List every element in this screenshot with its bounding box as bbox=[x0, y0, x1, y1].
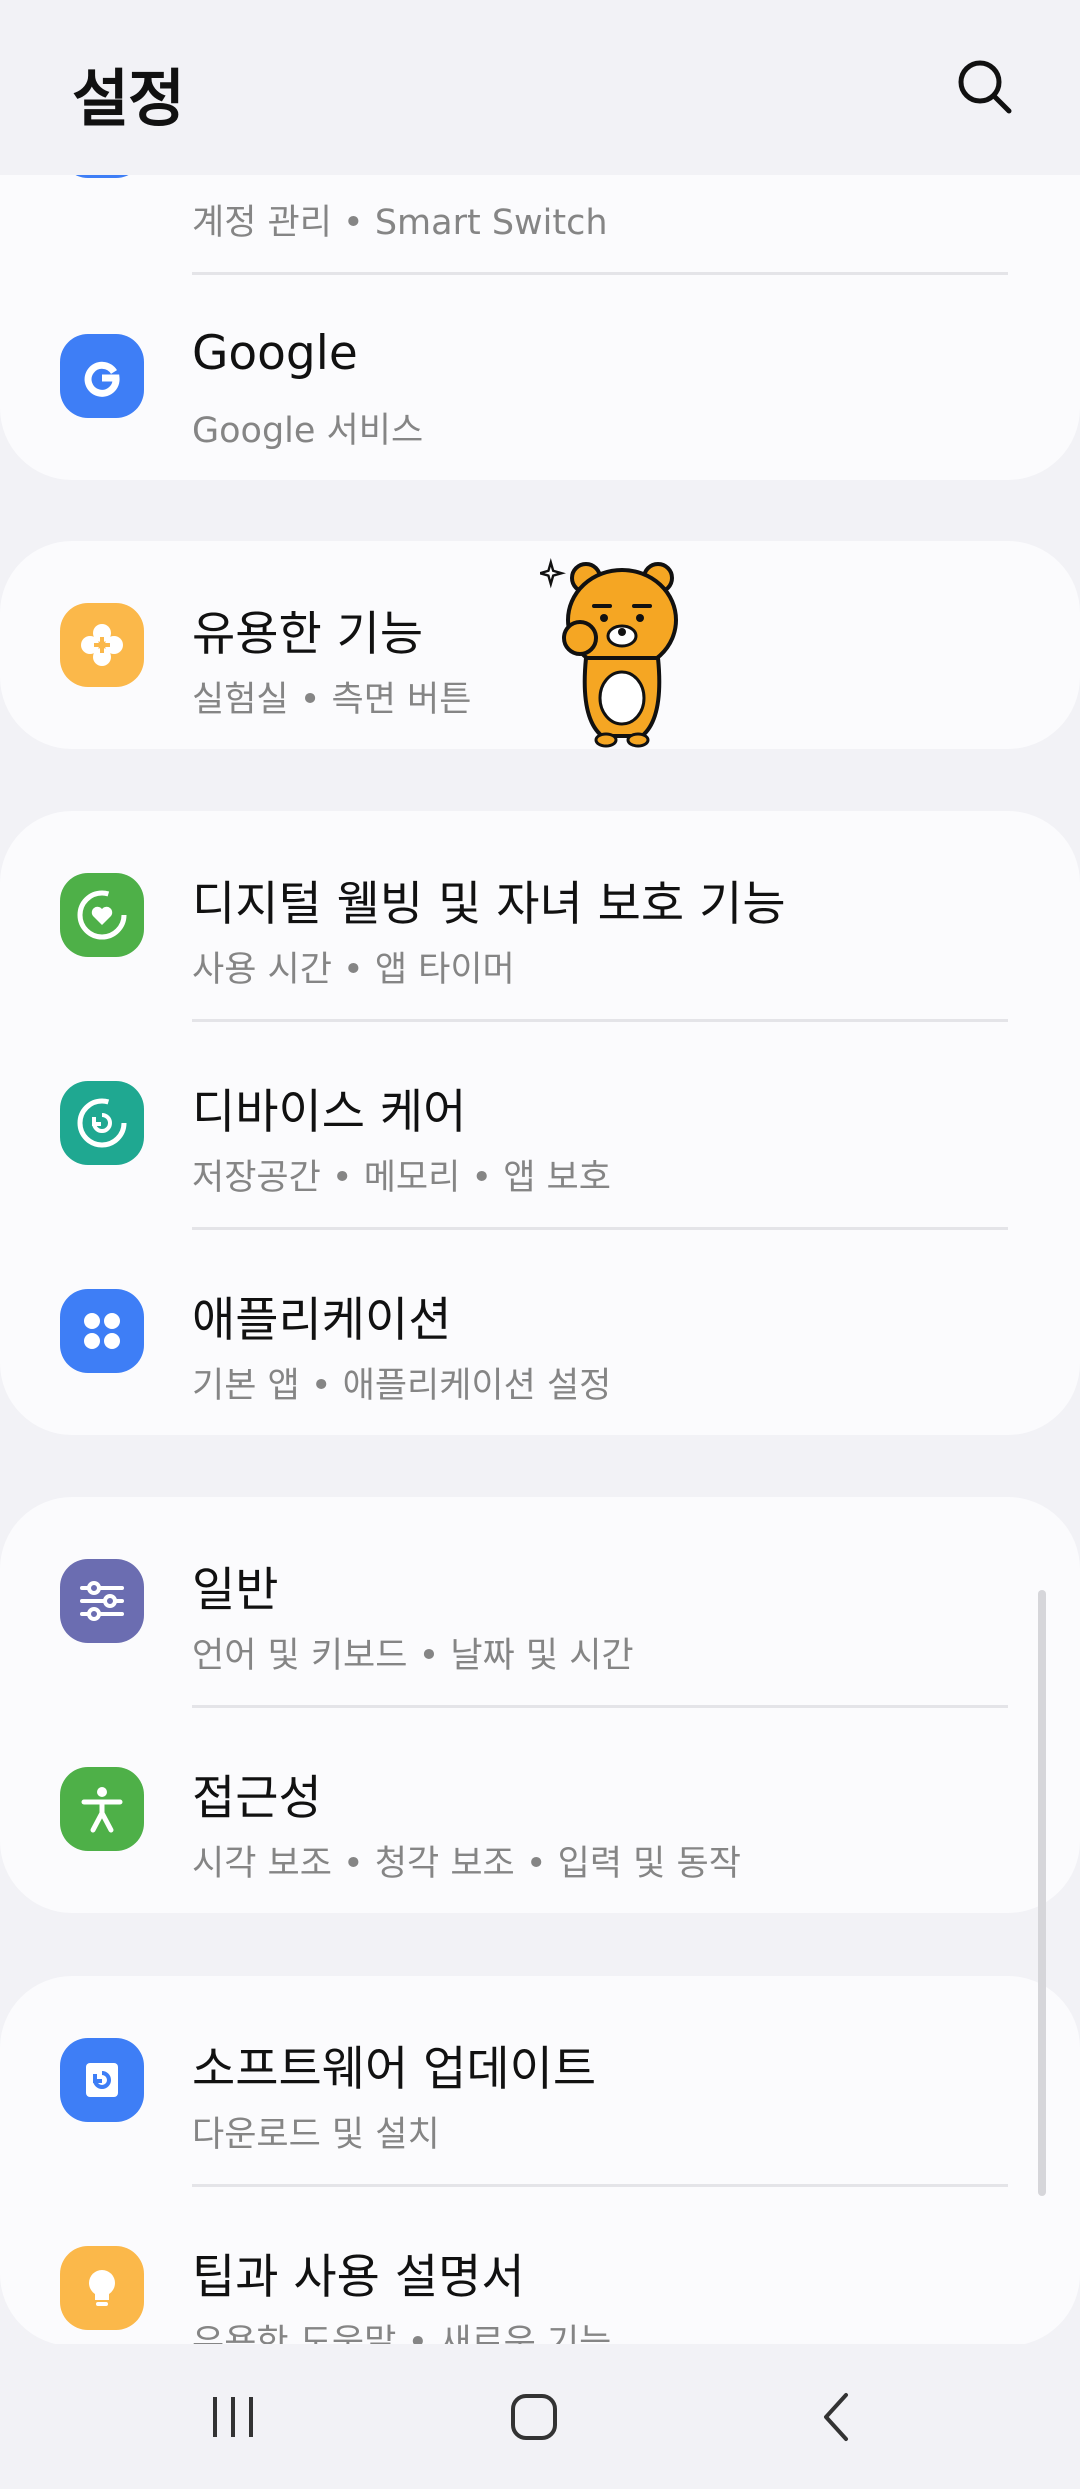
settings-item-wellbeing-title: 디지털 웰빙 및 자녀 보호 기능 bbox=[192, 877, 786, 932]
app-header: 설정 bbox=[0, 0, 1080, 175]
settings-item-tips-title: 팁과 사용 설명서 bbox=[192, 2250, 525, 2305]
settings-item-advanced-subtitle: 실험실 • 측면 버튼 bbox=[192, 680, 472, 720]
settings-item-general[interactable]: 일반 언어 및 키보드 • 날짜 및 시간 bbox=[0, 1497, 1080, 1705]
accessibility-icon bbox=[60, 1767, 144, 1851]
recent-apps-button[interactable] bbox=[133, 2344, 333, 2489]
recent-apps-icon bbox=[213, 2396, 253, 2437]
home-icon bbox=[511, 2393, 557, 2440]
search-icon bbox=[958, 60, 1012, 114]
wellbeing-icon bbox=[60, 873, 144, 957]
ryan-mascot-sticker bbox=[540, 558, 678, 748]
settings-card-maintenance: 디지털 웰빙 및 자녀 보호 기능 사용 시간 • 앱 타이머 디바이스 케어 … bbox=[0, 811, 1080, 1435]
home-button[interactable] bbox=[434, 2344, 634, 2489]
puzzle-icon bbox=[60, 603, 144, 687]
general-sliders-icon bbox=[60, 1559, 144, 1643]
search-button[interactable] bbox=[950, 52, 1020, 122]
settings-item-general-title: 일반 bbox=[192, 1563, 279, 1618]
settings-item-accessibility[interactable]: 접근성 시각 보조 • 청각 보조 • 입력 및 동작 bbox=[0, 1705, 1080, 1913]
settings-item-accessibility-subtitle: 시각 보조 • 청각 보조 • 입력 및 동작 bbox=[192, 1844, 741, 1884]
settings-item-apps[interactable]: 애플리케이션 기본 앱 • 애플리케이션 설정 bbox=[0, 1227, 1080, 1435]
scrollbar[interactable] bbox=[1038, 1590, 1046, 2196]
settings-item-google-subtitle: Google 서비스 bbox=[192, 411, 424, 451]
settings-item-device-care[interactable]: 디바이스 케어 저장공간 • 메모리 • 앱 보호 bbox=[0, 1019, 1080, 1227]
software-update-icon bbox=[60, 2038, 144, 2122]
settings-item-general-subtitle: 언어 및 키보드 • 날짜 및 시간 bbox=[192, 1636, 634, 1676]
settings-item-software-update[interactable]: 소프트웨어 업데이트 다운로드 및 설치 bbox=[0, 1976, 1080, 2184]
lightbulb-icon bbox=[60, 2246, 144, 2330]
settings-item-wellbeing-subtitle: 사용 시간 • 앱 타이머 bbox=[192, 950, 515, 990]
settings-item-device-care-title: 디바이스 케어 bbox=[192, 1085, 467, 1140]
settings-item-digital-wellbeing[interactable]: 디지털 웰빙 및 자녀 보호 기능 사용 시간 • 앱 타이머 bbox=[0, 811, 1080, 1019]
settings-item-google[interactable]: Google Google 서비스 bbox=[0, 272, 1080, 480]
settings-item-software-update-title: 소프트웨어 업데이트 bbox=[192, 2042, 597, 2097]
settings-item-device-care-subtitle: 저장공간 • 메모리 • 앱 보호 bbox=[192, 1158, 611, 1198]
settings-item-tips[interactable]: 팁과 사용 설명서 유용한 도움말 • 새로운 기능 bbox=[0, 2184, 1080, 2346]
settings-item-google-title: Google bbox=[192, 326, 358, 381]
page-title: 설정 bbox=[72, 62, 185, 135]
settings-card-support: 소프트웨어 업데이트 다운로드 및 설치 팁과 사용 설명서 유용한 도움말 •… bbox=[0, 1976, 1080, 2346]
back-button[interactable] bbox=[738, 2344, 938, 2489]
settings-item-apps-subtitle: 기본 앱 • 애플리케이션 설정 bbox=[192, 1366, 612, 1406]
device-care-icon bbox=[60, 1081, 144, 1165]
back-icon bbox=[824, 2392, 848, 2441]
google-icon bbox=[60, 334, 144, 418]
apps-icon bbox=[60, 1289, 144, 1373]
navigation-bar bbox=[0, 2344, 1080, 2489]
settings-item-apps-title: 애플리케이션 bbox=[192, 1293, 452, 1348]
settings-item-tips-subtitle: 유용한 도움말 • 새로운 기능 bbox=[192, 2323, 612, 2346]
settings-card-system: 일반 언어 및 키보드 • 날짜 및 시간 접근성 시각 보조 • 청각 보조 … bbox=[0, 1497, 1080, 1913]
settings-item-accessibility-title: 접근성 bbox=[192, 1771, 322, 1826]
settings-item-accounts-subtitle: 계정 관리 • Smart Switch bbox=[192, 203, 608, 243]
settings-item-software-update-subtitle: 다운로드 및 설치 bbox=[192, 2115, 440, 2155]
settings-item-advanced-title: 유용한 기능 bbox=[192, 607, 424, 662]
